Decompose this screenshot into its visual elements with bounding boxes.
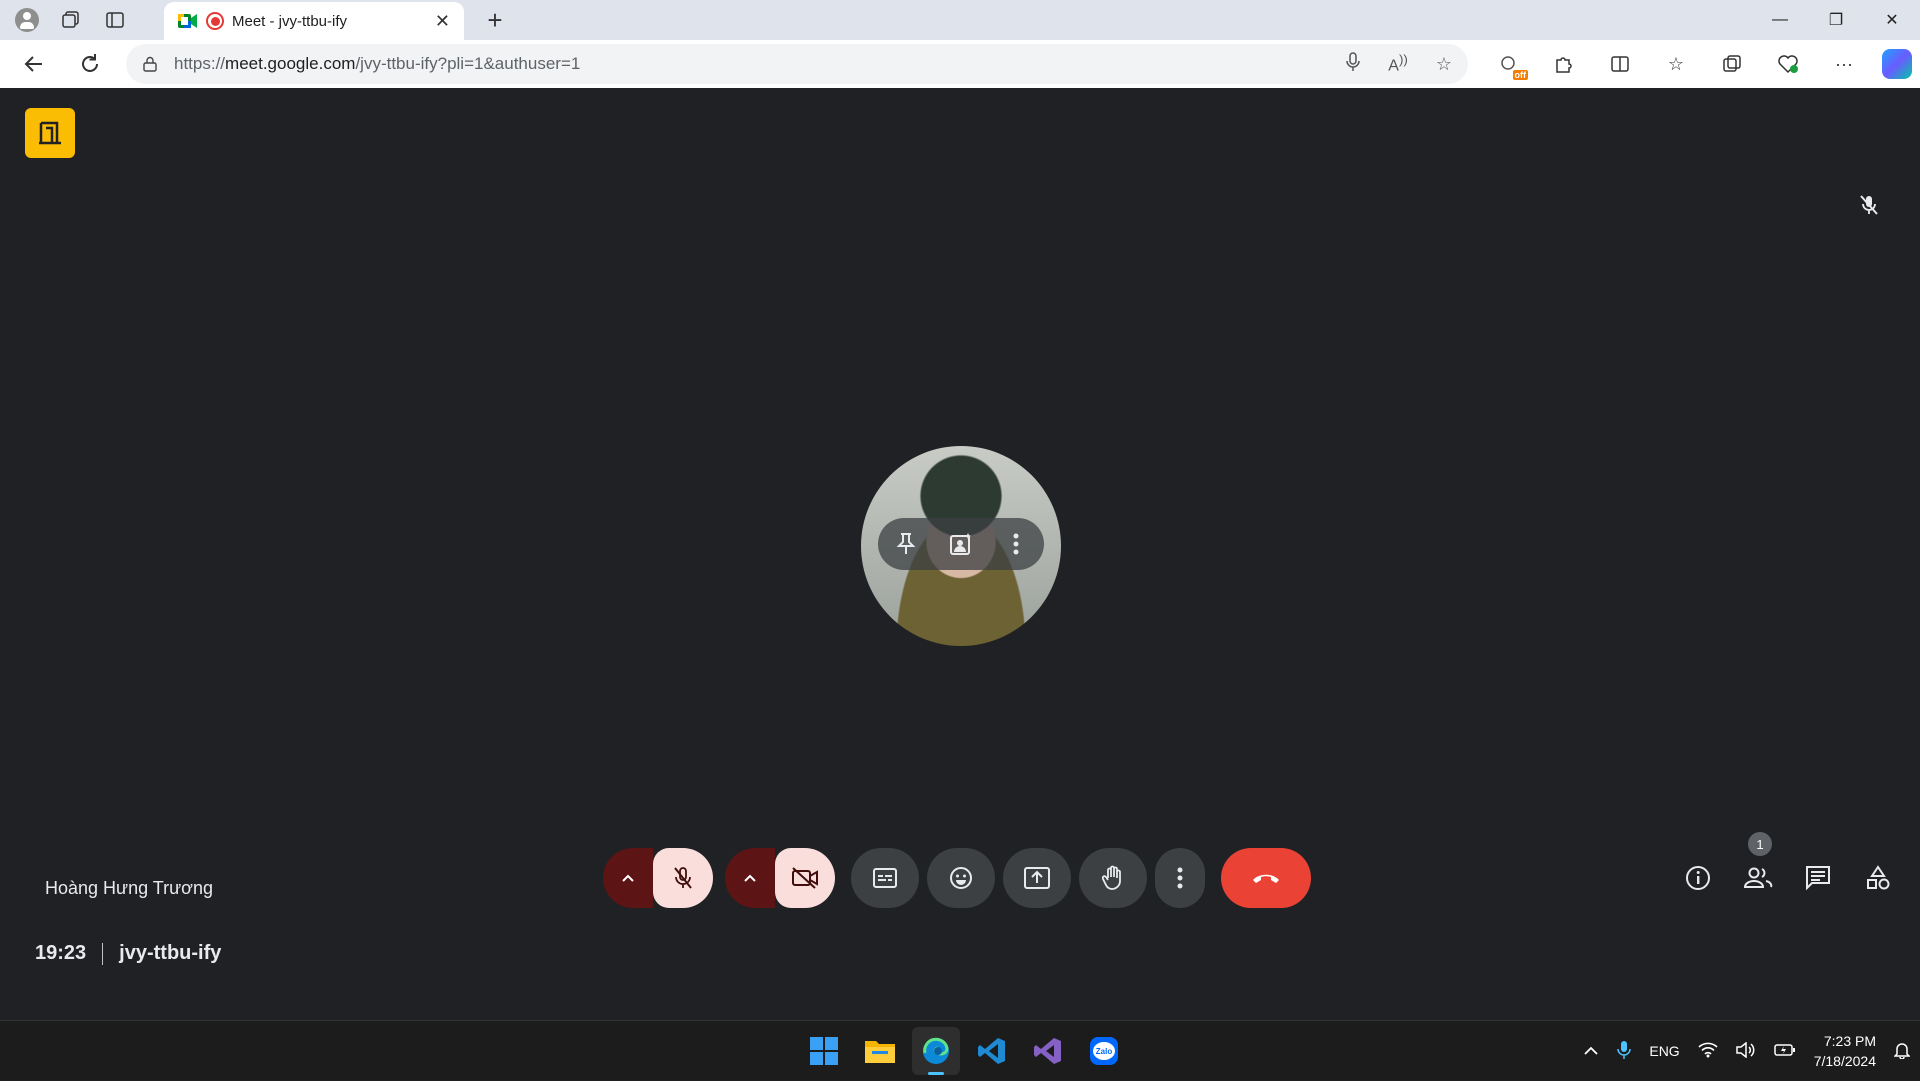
side-panel-controls: 1 bbox=[1674, 832, 1902, 908]
address-bar[interactable]: https://meet.google.com/jvy-ttbu-ify?pli… bbox=[126, 44, 1468, 84]
collections-icon[interactable] bbox=[1714, 46, 1750, 82]
svg-text:Zalo: Zalo bbox=[1096, 1047, 1113, 1056]
audio-options-chevron-icon[interactable] bbox=[603, 848, 653, 908]
back-button[interactable] bbox=[14, 44, 54, 84]
favorite-star-icon[interactable]: ☆ bbox=[1436, 54, 1452, 75]
visual-studio-icon[interactable] bbox=[1024, 1027, 1072, 1075]
microphone-control bbox=[603, 848, 713, 908]
camera-toggle-button[interactable] bbox=[775, 848, 835, 908]
camera-control bbox=[725, 848, 835, 908]
present-screen-button[interactable] bbox=[1003, 848, 1071, 908]
recording-indicator-icon bbox=[206, 12, 224, 30]
read-aloud-icon[interactable]: A)) bbox=[1388, 52, 1408, 75]
restore-icon[interactable]: ❐ bbox=[1808, 0, 1864, 40]
meeting-time: 19:23 bbox=[35, 942, 87, 964]
activities-icon[interactable] bbox=[1854, 854, 1902, 902]
vertical-tabs-icon[interactable] bbox=[98, 3, 132, 37]
refresh-button[interactable] bbox=[70, 44, 110, 84]
system-tray: ENG 7:23 PM 7/18/2024 bbox=[1583, 1021, 1911, 1081]
profile-icon[interactable] bbox=[10, 3, 44, 37]
tray-overflow-chevron-icon[interactable] bbox=[1583, 1043, 1599, 1059]
clock-time: 7:23 PM bbox=[1823, 1033, 1876, 1049]
extension-badge: off bbox=[1512, 70, 1528, 80]
browser-tabstrip: Meet - jvy-ttbu-ify ✕ + — ❐ ✕ bbox=[0, 0, 1920, 40]
pin-icon[interactable] bbox=[888, 526, 924, 562]
video-options-chevron-icon[interactable] bbox=[725, 848, 775, 908]
split-screen-icon[interactable] bbox=[1602, 46, 1638, 82]
windows-taskbar: Zalo ENG 7:23 PM 7/18/2024 bbox=[0, 1020, 1920, 1080]
wifi-icon[interactable] bbox=[1698, 1042, 1718, 1061]
call-controls bbox=[603, 848, 1311, 908]
microphone-toggle-button[interactable] bbox=[653, 848, 713, 908]
close-window-icon[interactable]: ✕ bbox=[1864, 0, 1920, 40]
tray-microphone-icon[interactable] bbox=[1617, 1040, 1632, 1063]
meeting-details: 19:23 jvy-ttbu-ify bbox=[35, 942, 221, 965]
tile-more-options-icon[interactable] bbox=[998, 526, 1034, 562]
vscode-icon[interactable] bbox=[968, 1027, 1016, 1075]
volume-icon[interactable] bbox=[1735, 1040, 1756, 1061]
meet-favicon-icon bbox=[178, 12, 198, 30]
chat-icon[interactable] bbox=[1794, 854, 1842, 902]
zalo-icon[interactable]: Zalo bbox=[1080, 1027, 1128, 1075]
notifications-bell-icon[interactable] bbox=[1893, 1041, 1911, 1062]
url-text[interactable]: https://meet.google.com/jvy-ttbu-ify?pli… bbox=[174, 54, 1346, 74]
raise-hand-button[interactable] bbox=[1079, 848, 1147, 908]
meeting-details-info-icon[interactable] bbox=[1674, 854, 1722, 902]
extension-off-icon[interactable]: off bbox=[1490, 46, 1528, 82]
copilot-icon[interactable] bbox=[1882, 49, 1912, 79]
more-menu-icon[interactable]: ··· bbox=[1826, 46, 1862, 82]
meeting-code: jvy-ttbu-ify bbox=[119, 942, 222, 964]
leave-call-button[interactable] bbox=[1221, 848, 1311, 908]
divider bbox=[102, 942, 104, 965]
minimize-icon[interactable]: — bbox=[1752, 0, 1808, 40]
active-tab[interactable]: Meet - jvy-ttbu-ify ✕ bbox=[164, 2, 464, 40]
captions-button[interactable] bbox=[851, 848, 919, 908]
language-indicator[interactable]: ENG bbox=[1649, 1043, 1679, 1059]
favorites-icon[interactable]: ☆ bbox=[1658, 46, 1694, 82]
visual-effects-icon[interactable] bbox=[943, 526, 979, 562]
microphone-icon[interactable] bbox=[1346, 51, 1361, 77]
browser-toolbar: https://meet.google.com/jvy-ttbu-ify?pli… bbox=[0, 40, 1920, 88]
extensions-puzzle-icon[interactable] bbox=[1546, 46, 1582, 82]
mic-off-indicator-icon bbox=[1859, 194, 1879, 221]
edge-browser-icon[interactable] bbox=[912, 1027, 960, 1075]
clock[interactable]: 7:23 PM 7/18/2024 bbox=[1814, 1031, 1876, 1071]
battery-icon[interactable] bbox=[1773, 1043, 1796, 1060]
file-explorer-icon[interactable] bbox=[856, 1027, 904, 1075]
reactions-button[interactable] bbox=[927, 848, 995, 908]
meeting-brand-icon[interactable] bbox=[25, 108, 75, 158]
new-tab-button[interactable]: + bbox=[478, 4, 512, 38]
more-options-button[interactable] bbox=[1155, 848, 1205, 908]
close-tab-icon[interactable]: ✕ bbox=[435, 11, 450, 32]
people-icon[interactable]: 1 bbox=[1734, 832, 1782, 902]
tab-title: Meet - jvy-ttbu-ify bbox=[232, 12, 348, 30]
lock-icon[interactable] bbox=[142, 56, 158, 72]
browser-essentials-icon[interactable] bbox=[1770, 46, 1806, 82]
tile-controls bbox=[878, 518, 1044, 570]
windows-start-icon[interactable] bbox=[800, 1027, 848, 1075]
workspaces-icon[interactable] bbox=[54, 3, 88, 37]
participant-count-badge: 1 bbox=[1748, 832, 1772, 856]
participant-name: Hoàng Hưng Trương bbox=[45, 878, 213, 898]
clock-date: 7/18/2024 bbox=[1813, 1053, 1876, 1069]
